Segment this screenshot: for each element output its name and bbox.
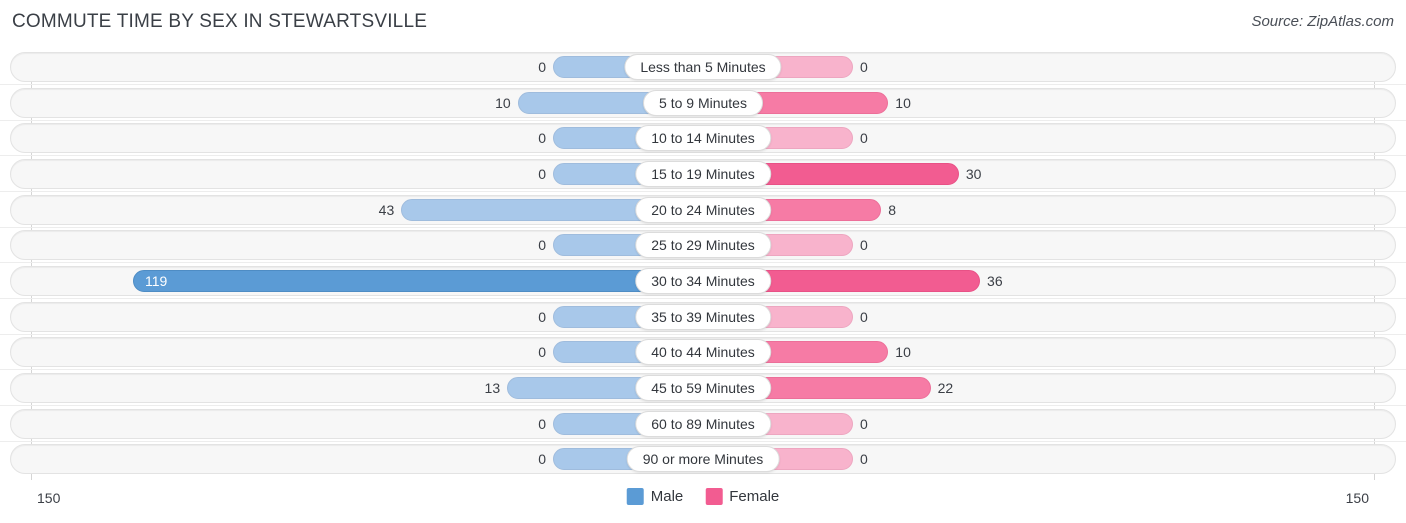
chart-row: 0 0 10 to 14 Minutes (10, 123, 1396, 153)
row-separator (0, 227, 1406, 228)
chart-row: 0 0 90 or more Minutes (10, 444, 1396, 474)
category-label: 40 to 44 Minutes (635, 339, 771, 365)
value-label-female: 30 (965, 166, 982, 182)
row-separator (0, 191, 1406, 192)
row-separator (0, 334, 1406, 335)
category-label: 25 to 29 Minutes (635, 232, 771, 258)
value-label-female: 0 (860, 416, 868, 432)
value-label-male: 0 (538, 309, 546, 325)
row-separator (0, 155, 1406, 156)
category-label: 10 to 14 Minutes (635, 125, 771, 151)
legend-label: Female (729, 488, 780, 505)
page-title: COMMUTE TIME BY SEX IN STEWARTSVILLE (12, 11, 428, 32)
legend-item-male[interactable]: Male (626, 488, 684, 505)
chart-row: 13 22 45 to 59 Minutes (10, 373, 1396, 403)
chart-row: 0 0 25 to 29 Minutes (10, 230, 1396, 260)
value-label-male: 0 (538, 344, 546, 360)
value-label-female: 0 (860, 237, 868, 253)
chart-row: 0 0 35 to 39 Minutes (10, 302, 1396, 332)
legend-swatch-icon (705, 488, 723, 505)
chart-footer: 150 150 Male Female (0, 480, 1406, 523)
category-label: 35 to 39 Minutes (635, 304, 771, 330)
bar-male (133, 270, 703, 292)
value-label-male: 0 (538, 59, 546, 75)
category-label: Less than 5 Minutes (624, 54, 782, 80)
axis-tick-left: 150 (37, 490, 61, 506)
value-label-female: 0 (860, 309, 868, 325)
value-label-female: 0 (860, 130, 868, 146)
chart-header: COMMUTE TIME BY SEX IN STEWARTSVILLE Sou… (0, 0, 1406, 46)
value-label-male: 13 (484, 380, 501, 396)
chart-row: 0 0 Less than 5 Minutes (10, 52, 1396, 82)
legend-item-female[interactable]: Female (705, 488, 779, 505)
chart-row: 0 0 60 to 89 Minutes (10, 409, 1396, 439)
value-label-female: 36 (987, 273, 1003, 289)
chart-row: 0 30 15 to 19 Minutes (10, 159, 1396, 189)
value-label-male: 0 (538, 237, 546, 253)
category-label: 20 to 24 Minutes (635, 197, 771, 223)
row-separator (0, 298, 1406, 299)
chart-row: 10 10 5 to 9 Minutes (10, 88, 1396, 118)
value-label-female: 0 (860, 451, 868, 467)
chart-row: 43 8 20 to 24 Minutes (10, 195, 1396, 225)
row-separator (0, 120, 1406, 121)
value-label-male: 0 (538, 451, 546, 467)
legend-swatch-icon (626, 488, 644, 505)
value-label-female: 8 (888, 202, 897, 218)
row-separator (0, 262, 1406, 263)
chart-container: COMMUTE TIME BY SEX IN STEWARTSVILLE Sou… (0, 0, 1406, 523)
row-separator (0, 441, 1406, 442)
category-label: 15 to 19 Minutes (635, 161, 771, 187)
legend-label: Male (650, 488, 684, 505)
value-label-male: 0 (538, 130, 546, 146)
value-label-female: 0 (860, 59, 868, 75)
value-label-male: 43 (378, 202, 395, 218)
chart-legend: Male Female (626, 488, 779, 505)
value-label-female: 10 (895, 95, 911, 111)
value-label-male: 0 (538, 416, 546, 432)
row-separator (0, 405, 1406, 406)
row-separator (0, 369, 1406, 370)
category-label: 90 or more Minutes (626, 446, 780, 472)
category-label: 30 to 34 Minutes (635, 268, 771, 294)
category-label: 5 to 9 Minutes (643, 90, 763, 116)
value-label-male: 10 (495, 95, 511, 111)
row-separator (0, 84, 1406, 85)
chart-plot-area: 0 0 Less than 5 Minutes 10 10 5 to 9 Minutes 0… (0, 52, 1406, 480)
value-label-male: 119 (145, 273, 168, 289)
source-attribution: Source: ZipAtlas.com (1251, 13, 1394, 30)
category-label: 45 to 59 Minutes (635, 375, 771, 401)
chart-row: 119 36 30 to 34 Minutes (10, 266, 1396, 296)
chart-row: 0 10 40 to 44 Minutes (10, 337, 1396, 367)
value-label-female: 10 (895, 344, 911, 360)
category-label: 60 to 89 Minutes (635, 411, 771, 437)
value-label-female: 22 (937, 380, 954, 396)
value-label-male: 0 (538, 166, 546, 182)
axis-tick-right: 150 (1345, 490, 1369, 506)
